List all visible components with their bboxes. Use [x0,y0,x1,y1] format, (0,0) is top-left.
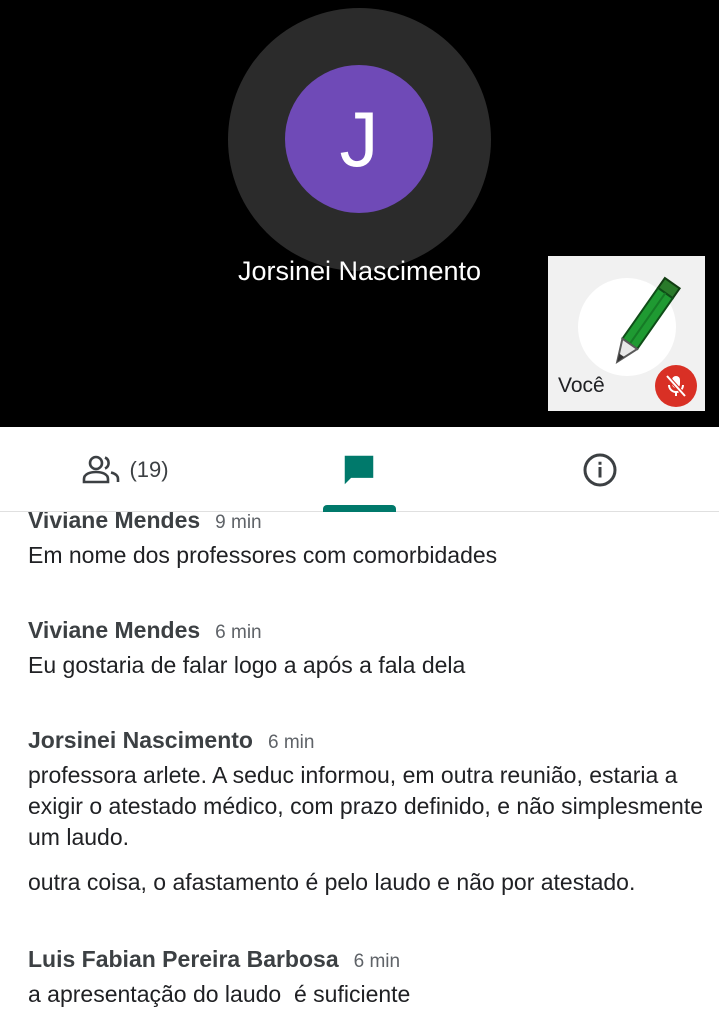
chat-message: Jorsinei Nascimento 6 min professora arl… [28,727,708,898]
mic-off-icon [655,365,697,407]
message-text: professora arlete. A seduc informou, em … [28,762,704,850]
chat-messages[interactable]: Viviane Mendes 9 min Em nome dos profess… [0,512,719,1024]
chat-message: Viviane Mendes 6 min Eu gostaria de fala… [28,617,708,681]
tab-chat[interactable] [310,427,408,512]
message-time: 6 min [215,622,262,643]
active-tab-indicator [323,505,396,512]
chat-message: Viviane Mendes 9 min Em nome dos profess… [28,512,708,571]
message-text: a apresentação do laudo é suficiente [28,981,411,1007]
message-time: 9 min [215,512,262,533]
info-icon [583,453,617,486]
tab-people[interactable]: (19) [60,427,190,512]
participant-count: (19) [129,456,169,482]
pencil-icon [615,276,682,365]
message-text: Em nome dos professores com comorbidades [28,542,498,568]
message-sender: Luis Fabian Pereira Barbosa [28,946,339,972]
chat-icon [344,455,374,484]
message-sender: Viviane Mendes [28,617,201,643]
panel-tabs: (19) [0,427,719,512]
message-sender: Viviane Mendes [28,512,201,533]
message-time: 6 min [353,951,401,972]
message-sender: Jorsinei Nascimento [28,727,253,753]
self-label: Você [558,374,605,397]
message-text: Eu gostaria de falar logo a após a fala … [28,652,466,678]
message-text: outra coisa, o afastamento é pelo laudo … [28,869,636,895]
presenter-avatar: J [285,65,433,213]
self-video-tile[interactable]: Você [548,256,705,411]
chat-message: Luis Fabian Pereira Barbosa 6 min a apre… [28,946,708,1010]
message-time: 6 min [267,732,315,753]
tab-info[interactable] [560,427,640,512]
video-stage: J Jorsinei Nascimento Você [0,0,719,427]
people-icon [83,455,120,483]
